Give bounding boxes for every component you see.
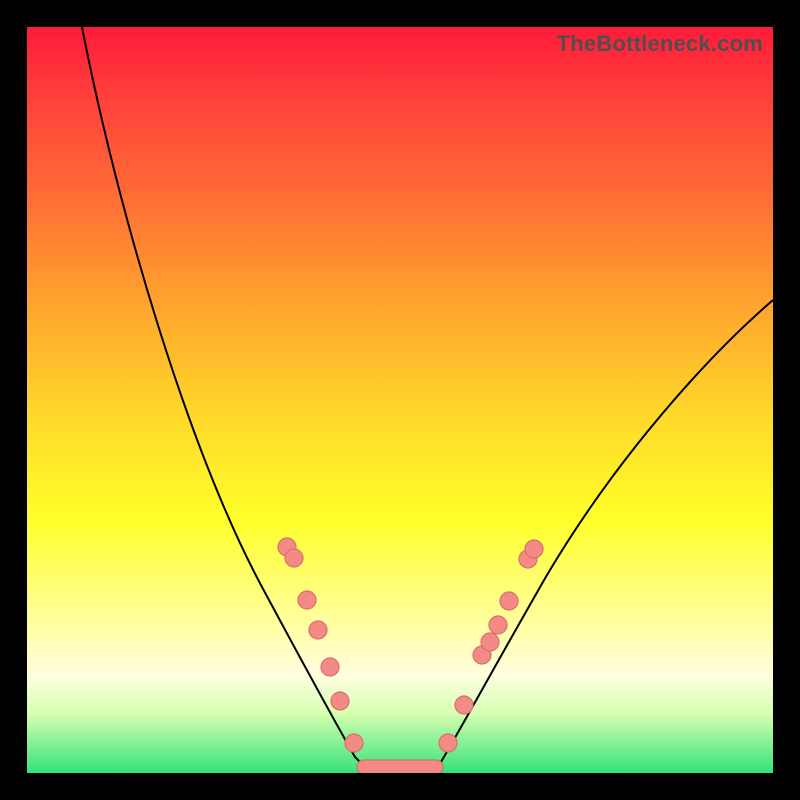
data-point (439, 734, 457, 752)
data-point (489, 616, 507, 634)
left-curve (82, 27, 365, 767)
data-point (321, 658, 339, 676)
data-point (481, 633, 499, 651)
chart-svg (27, 27, 773, 773)
valley-bar (357, 760, 443, 773)
data-point (298, 591, 316, 609)
dots-right (439, 540, 543, 752)
data-point (285, 549, 303, 567)
data-point (455, 696, 473, 714)
data-point (345, 734, 363, 752)
data-point (331, 692, 349, 710)
dots-left (278, 538, 363, 752)
plot-area: TheBottleneck.com (27, 27, 773, 773)
chart-frame: TheBottleneck.com (0, 0, 800, 800)
data-point (525, 540, 543, 558)
right-curve (438, 300, 773, 767)
data-point (309, 621, 327, 639)
data-point (500, 592, 518, 610)
